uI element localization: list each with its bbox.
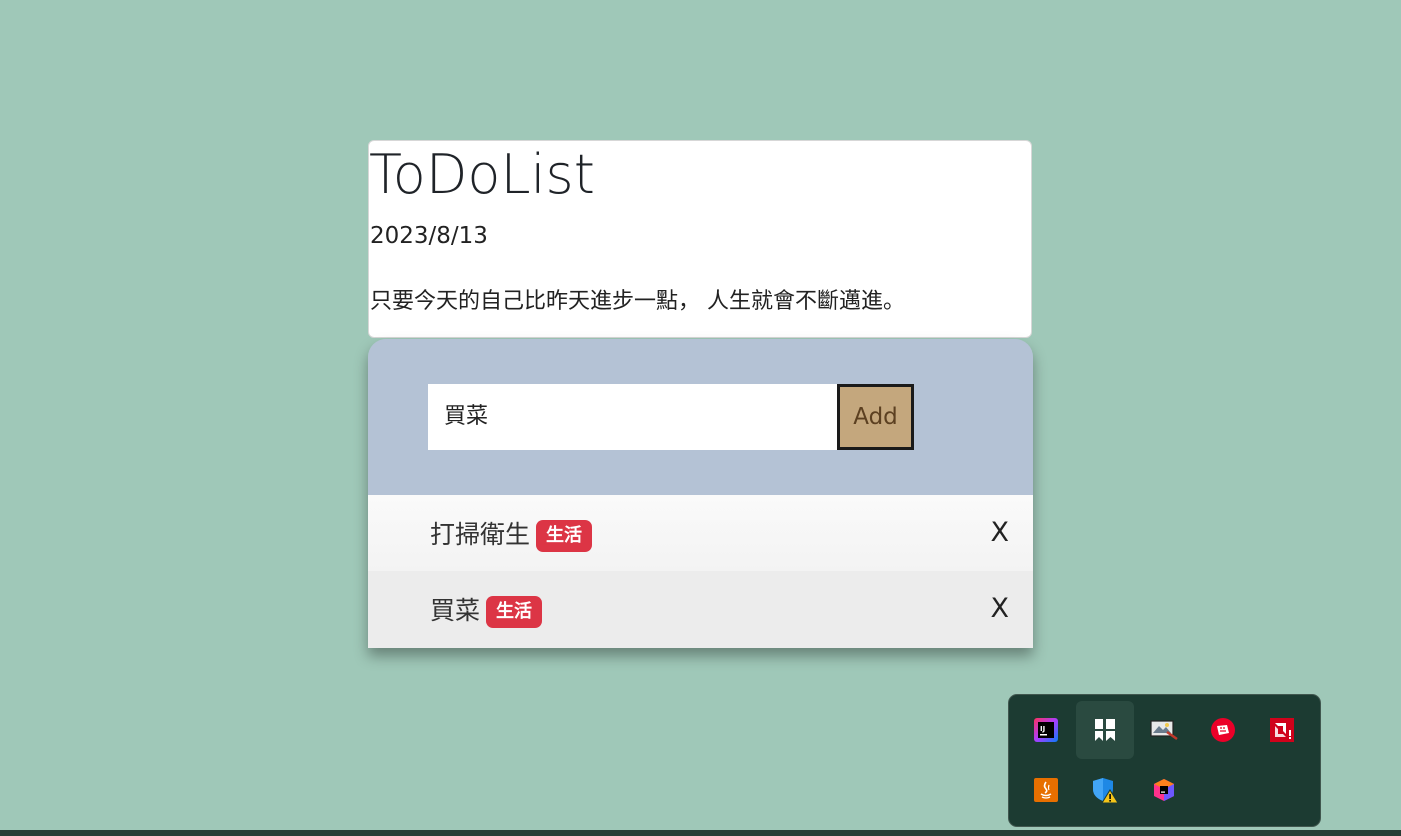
date-label: 2023/8/13 <box>370 223 488 249</box>
input-area: 買菜 Add <box>368 339 1033 495</box>
delete-button[interactable]: X <box>991 593 1010 624</box>
svg-text:IJ: IJ <box>1040 725 1045 733</box>
taskbar-edge <box>0 830 1401 836</box>
delete-button[interactable]: X <box>991 517 1010 548</box>
header-card: ToDoList 2023/8/13 只要今天的自己比昨天進步一點， 人生就會不… <box>368 140 1032 338</box>
intellij-idea-icon[interactable]: IJ <box>1017 701 1075 759</box>
riot-client-icon[interactable] <box>1194 701 1252 759</box>
todo-item-content: 買菜 生活 <box>430 591 543 628</box>
todo-item-content: 打掃衛生 生活 <box>430 515 593 552</box>
todo-panel: 買菜 Add 打掃衛生 生活 X 買菜 生活 X <box>368 339 1033 648</box>
category-badge: 生活 <box>536 520 593 552</box>
category-badge: 生活 <box>486 596 543 628</box>
todo-item[interactable]: 打掃衛生 生活 X <box>368 495 1033 571</box>
todo-item-text: 打掃衛生 <box>430 520 531 549</box>
jetbrains-toolbox-icon[interactable] <box>1135 761 1193 819</box>
todo-item-text: 買菜 <box>430 596 481 625</box>
page-title: ToDoList <box>369 143 595 206</box>
window-manager-icon[interactable] <box>1076 701 1134 759</box>
todo-item[interactable]: 買菜 生活 X <box>368 571 1033 648</box>
add-button[interactable]: Add <box>837 384 914 450</box>
java-icon[interactable] <box>1017 761 1075 819</box>
windows-security-warning-icon[interactable] <box>1076 761 1134 819</box>
system-tray-overflow: IJ <box>1008 694 1321 827</box>
amd-software-icon[interactable] <box>1253 701 1311 759</box>
image-tool-icon[interactable] <box>1135 701 1193 759</box>
motto-text: 只要今天的自己比昨天進步一點， 人生就會不斷邁進。 <box>370 289 905 314</box>
todo-input[interactable]: 買菜 <box>428 384 837 450</box>
